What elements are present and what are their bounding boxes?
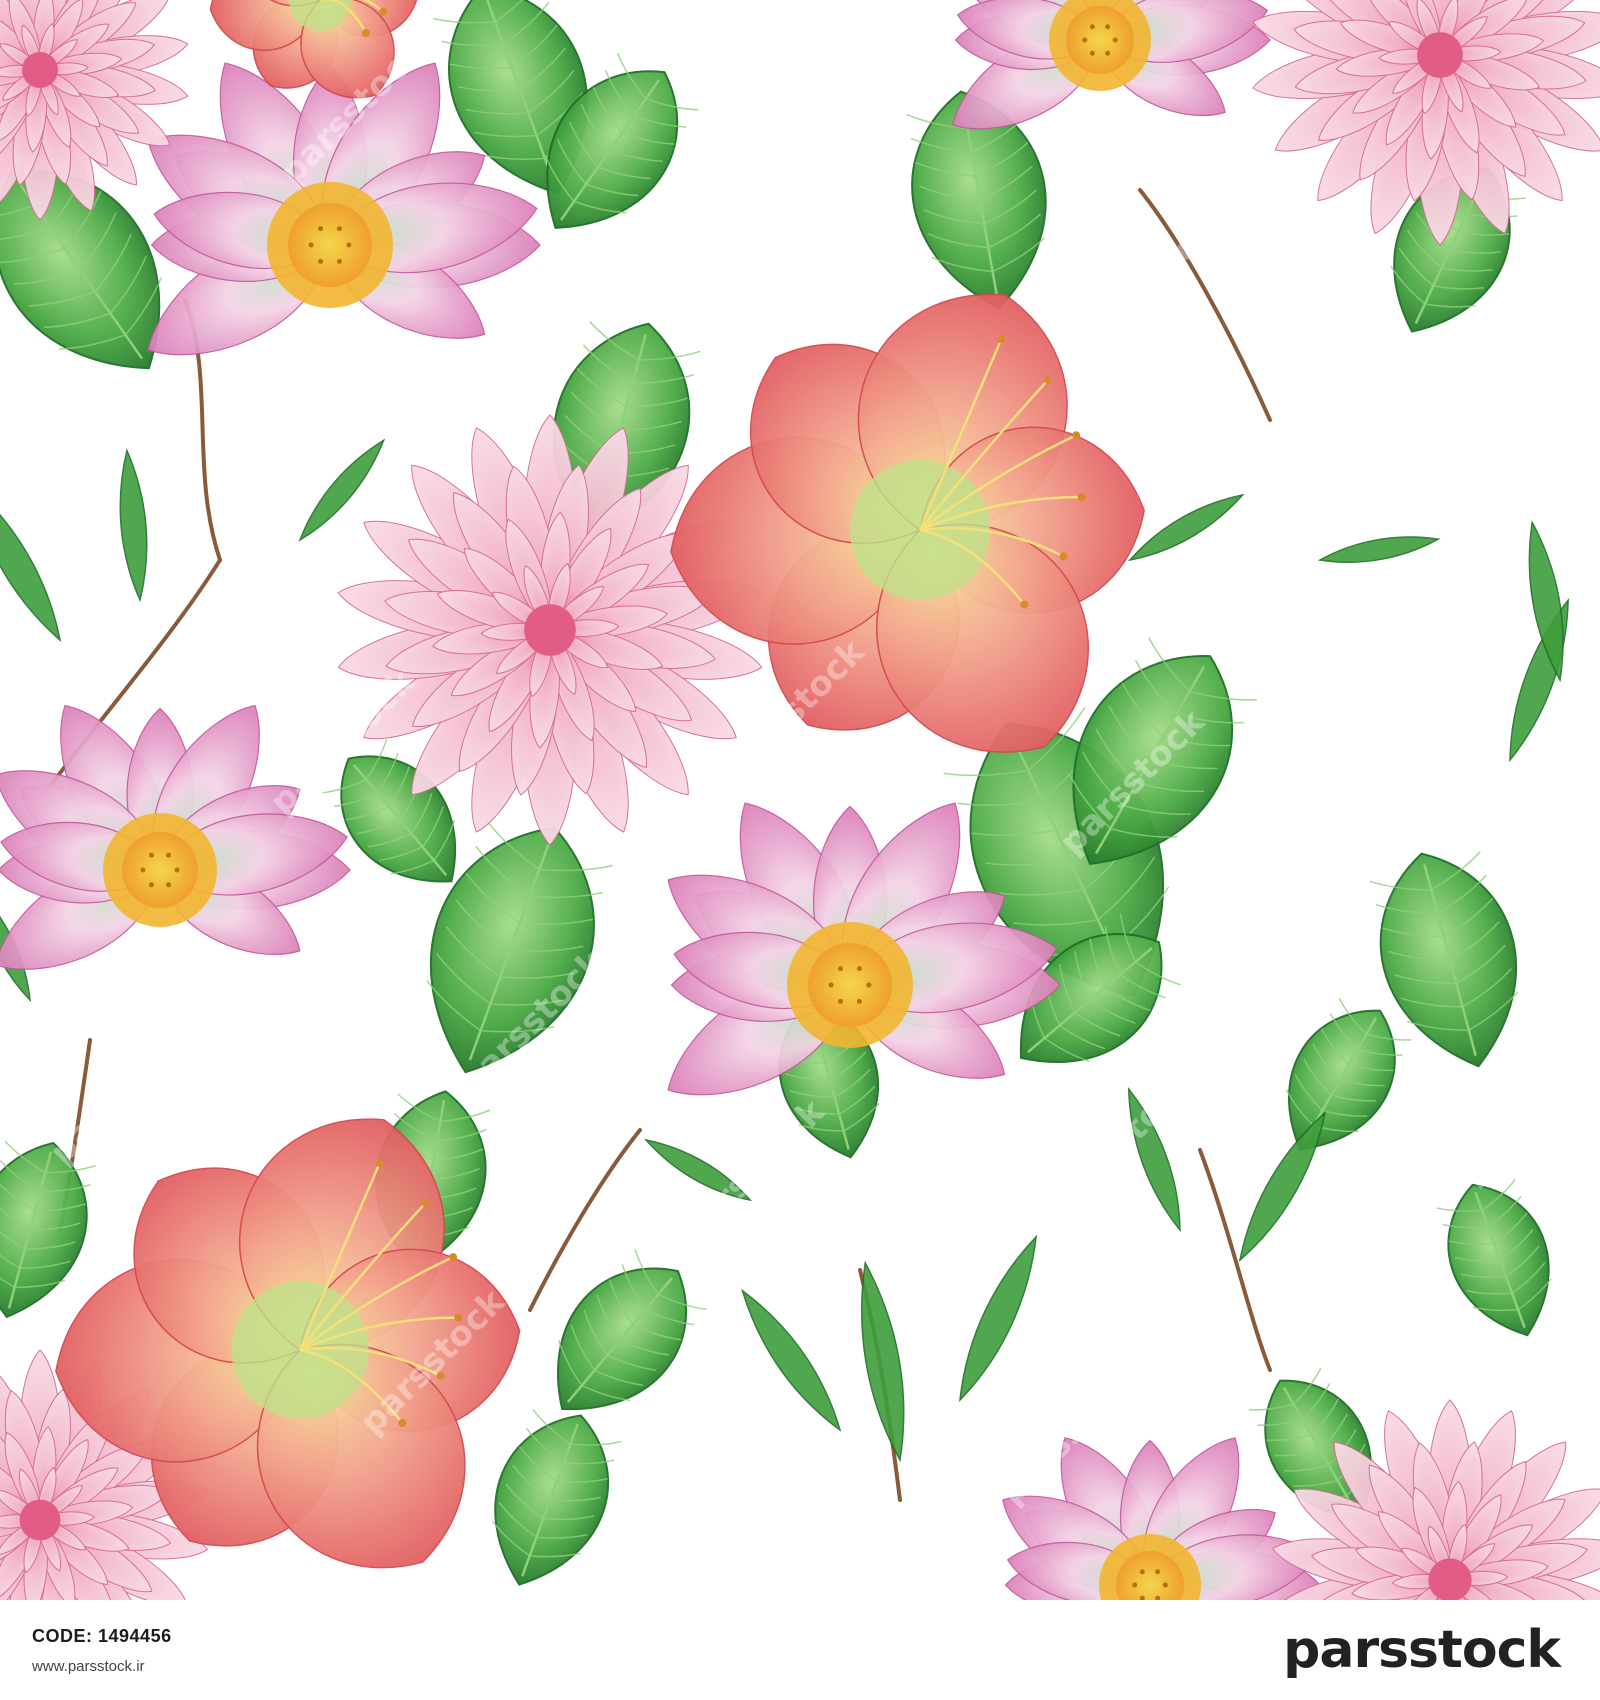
code-label: CODE: — [32, 1626, 93, 1646]
floral-artwork: parsstockparsstockparsstock parsstockpars… — [0, 0, 1600, 1600]
stock-image-page: parsstock parsstock parsstock parsstock pars… — [0, 0, 1600, 1700]
brand-logo: parsstock — [1283, 1620, 1561, 1680]
image-code: CODE: 1494456 — [32, 1626, 172, 1647]
image-footer: CODE: 1494456 www.parsstock.ir parsstock — [0, 1600, 1600, 1700]
site-url: www.parsstock.ir — [32, 1658, 145, 1675]
code-value: 1494456 — [98, 1626, 172, 1646]
